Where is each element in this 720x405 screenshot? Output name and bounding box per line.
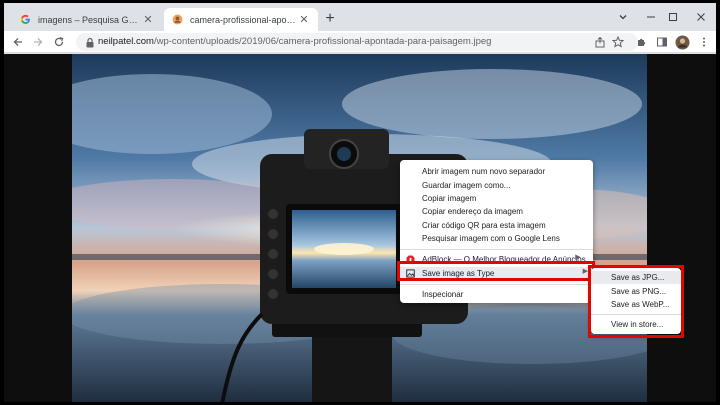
tab-label: camera-profissional-apontada-p [190,14,298,25]
forward-arrow-icon[interactable] [30,34,46,50]
lock-icon[interactable] [84,36,96,48]
tab-label: imagens – Pesquisa Google [38,14,142,25]
site-icon [172,14,183,25]
star-icon[interactable] [610,34,626,50]
more-options-icon[interactable] [696,34,712,50]
highlight-submenu [588,265,684,338]
browser-window: imagens – Pesquisa Google ✕ camera-profi… [4,3,716,402]
tab-strip: imagens – Pesquisa Google ✕ camera-profi… [4,3,716,31]
chevron-down-icon[interactable] [608,7,638,27]
maximize-icon[interactable] [658,7,688,27]
back-arrow-icon[interactable] [10,34,26,50]
menu-item-open-image-new-tab[interactable]: Abrir imagem num novo separador [400,165,545,178]
highlight-save-as-type [397,261,595,281]
browser-toolbar: neilpatel.com/wp-content/uploads/2019/06… [4,31,716,53]
context-menu: Abrir imagem num novo separador Guardar … [400,160,593,303]
reload-icon[interactable] [51,34,67,50]
screen: imagens – Pesquisa Google ✕ camera-profi… [0,0,720,405]
menu-separator [400,249,593,250]
profile-avatar-icon[interactable] [674,34,690,50]
chevron-right-icon: ▶ [575,254,581,261]
extensions-icon[interactable] [634,34,650,50]
tab-google-search[interactable]: imagens – Pesquisa Google ✕ [12,8,162,31]
tab-camera-image[interactable]: camera-profissional-apontada-p ✕ [164,8,318,31]
url-path: /wp-content/uploads/2019/06/camera-profi… [153,36,492,47]
new-tab-icon[interactable]: + [322,11,338,27]
menu-item-copy-image-address[interactable]: Copiar endereço da imagem [400,205,523,218]
menu-item-copy-image[interactable]: Copiar imagem [400,192,476,205]
close-tab-icon[interactable]: ✕ [142,13,154,26]
menu-separator [400,284,593,285]
side-panel-icon[interactable] [654,34,670,50]
menu-item-inspect[interactable]: Inspecionar [400,288,463,301]
menu-item-save-image-as[interactable]: Guardar imagem como... [400,179,510,192]
menu-item-google-lens[interactable]: Pesquisar imagem com o Google Lens [400,232,560,245]
url-host: neilpatel.com [98,36,154,47]
share-icon[interactable] [592,34,608,50]
google-icon [20,14,31,25]
close-window-icon[interactable] [686,7,716,27]
page-content [4,54,716,402]
url-text: neilpatel.com/wp-content/uploads/2019/06… [98,36,491,47]
address-bar[interactable]: neilpatel.com/wp-content/uploads/2019/06… [76,33,638,51]
menu-item-create-qr-code[interactable]: Criar código QR para esta imagem [400,219,546,232]
close-tab-icon[interactable]: ✕ [298,13,310,26]
